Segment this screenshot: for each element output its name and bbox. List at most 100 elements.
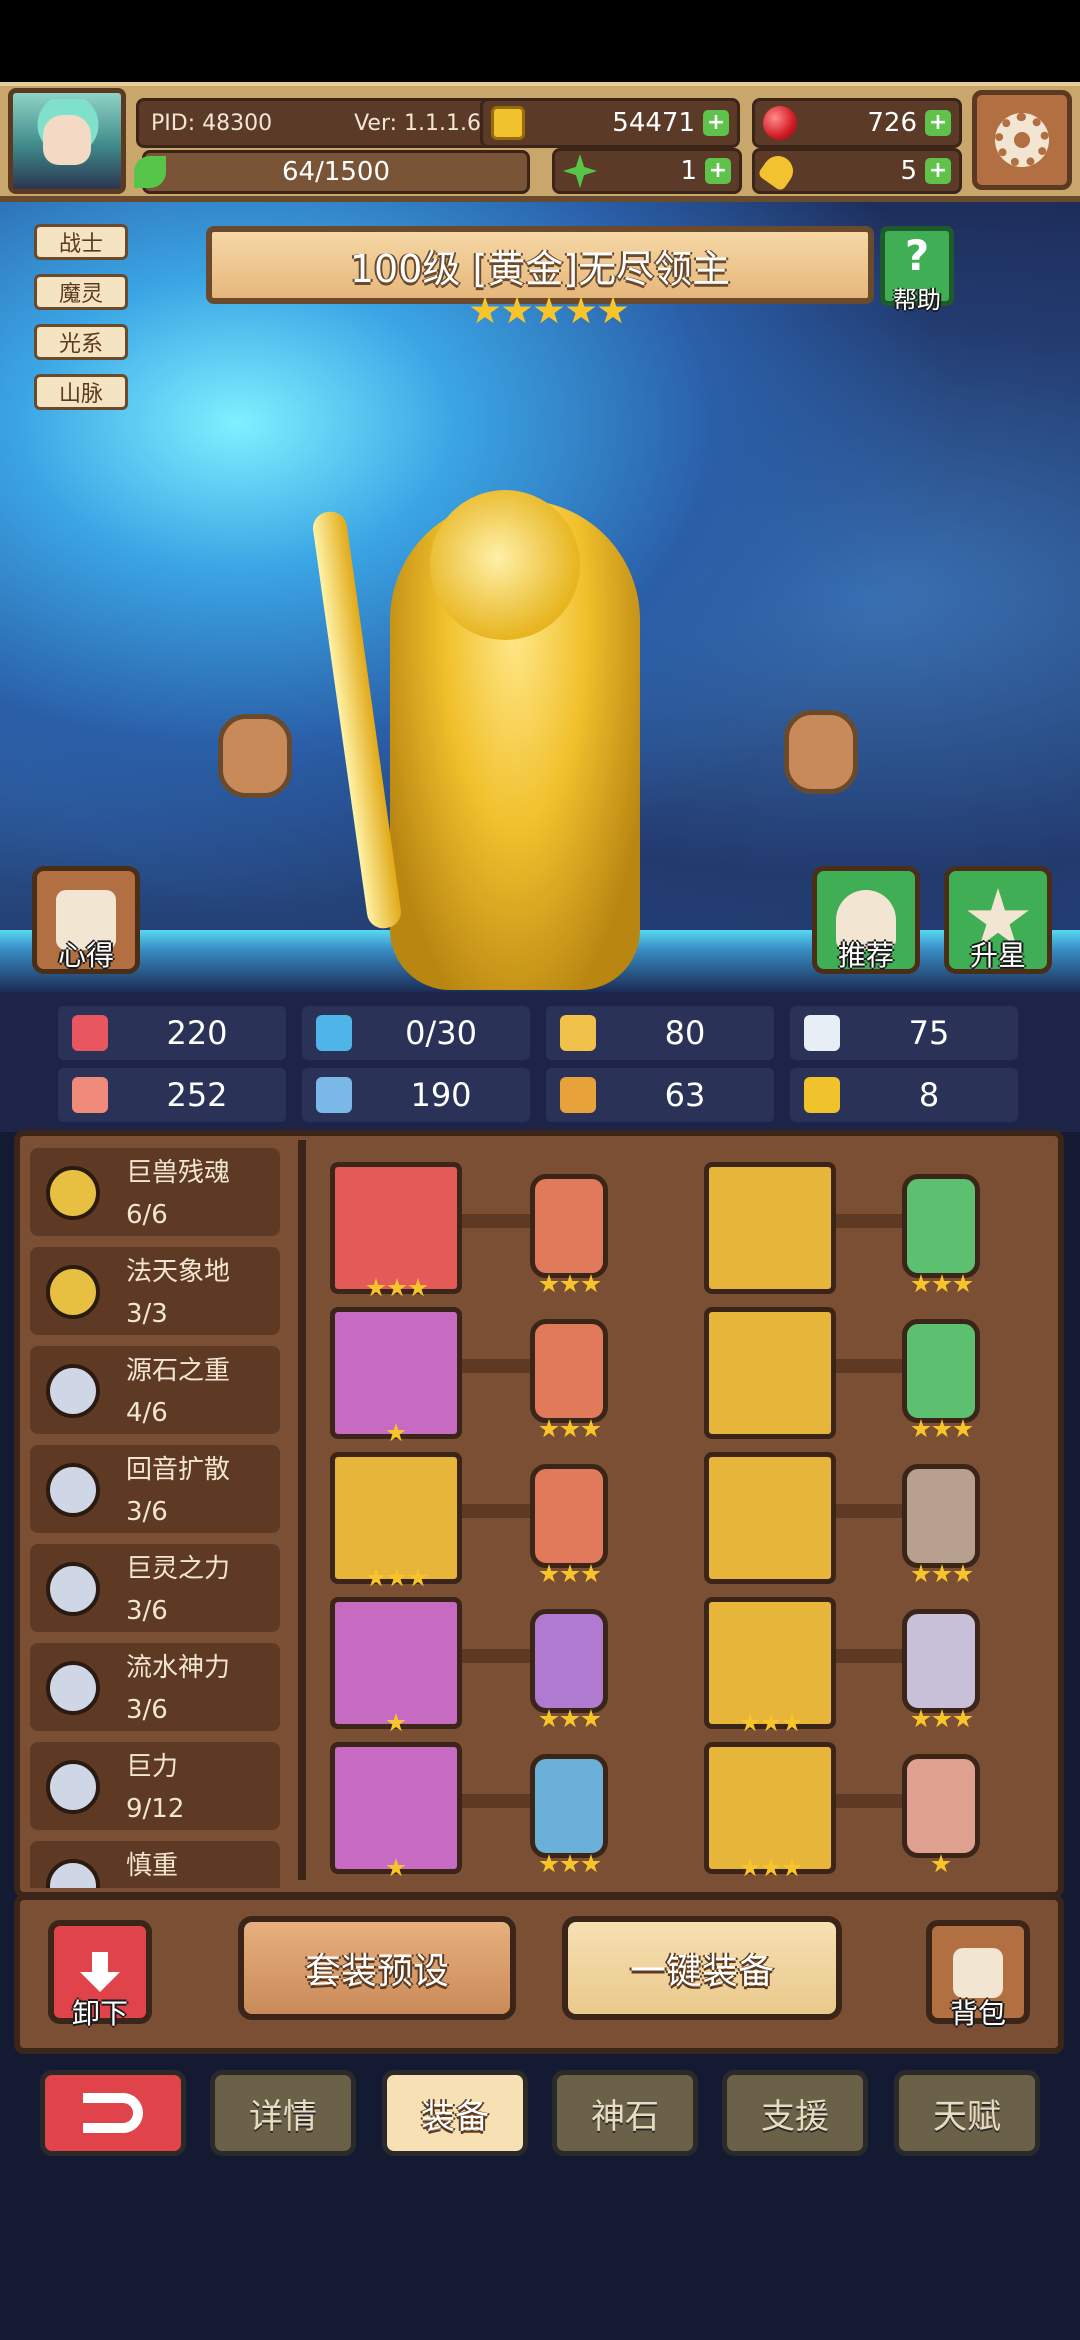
star-icon — [740, 1858, 760, 1877]
set-bonus-item[interactable]: 巨兽残魂 6/6 — [30, 1148, 280, 1236]
ruby-counter: 726 + — [752, 98, 962, 148]
preset-button[interactable]: 套装预设 — [238, 1916, 516, 2020]
helmet-equipment-slot[interactable] — [330, 1742, 462, 1874]
rune-gem-slot[interactable] — [530, 1754, 608, 1858]
set-bonus-item[interactable]: 法天象地 3/3 — [30, 1247, 280, 1335]
rune-gem-slot[interactable] — [902, 1754, 980, 1858]
belt-equipment-slot[interactable] — [704, 1597, 836, 1729]
star-icon — [953, 1419, 973, 1438]
set-bonus-item[interactable]: 巨灵之力 3/6 — [30, 1544, 280, 1632]
add-key-button[interactable]: + — [925, 158, 951, 184]
item-star-rating — [539, 1419, 601, 1439]
slot-link — [462, 1504, 530, 1518]
stat-value: 220 — [166, 1014, 228, 1052]
stat-item: 80 — [546, 1006, 774, 1060]
tab-details[interactable]: 详情 — [210, 2070, 356, 2156]
orb-equipment-slot[interactable] — [330, 1307, 462, 1439]
star-icon — [932, 1274, 952, 1293]
star-icon — [470, 296, 500, 324]
add-clover-button[interactable]: + — [705, 158, 731, 184]
set-name: 巨兽残魂 — [126, 1158, 231, 1188]
class-tag-mountain[interactable]: 山脉 — [34, 374, 128, 410]
rune-gem-slot[interactable] — [902, 1319, 980, 1423]
tab-equipment[interactable]: 装备 — [382, 2070, 528, 2156]
set-bonus-item[interactable]: 回音扩散 3/6 — [30, 1445, 280, 1533]
set-bonus-item[interactable]: 慎重 — [30, 1841, 280, 1888]
item-star-rating — [911, 1274, 973, 1294]
gear-icon — [995, 113, 1049, 167]
rune-gem-slot[interactable] — [902, 1464, 980, 1568]
set-bonus-item[interactable]: 源石之重 4/6 — [30, 1346, 280, 1434]
ring-equipment-slot[interactable] — [330, 1597, 462, 1729]
star-icon — [560, 1709, 580, 1728]
wing-icon — [804, 1015, 840, 1051]
armor-equipment-slot[interactable] — [704, 1307, 836, 1439]
class-tag-warrior[interactable]: 战士 — [34, 224, 128, 260]
rune-gem-slot[interactable] — [902, 1174, 980, 1278]
star-icon — [932, 1419, 952, 1438]
class-tag-spirit[interactable]: 魔灵 — [34, 274, 128, 310]
rune-gem-slot[interactable] — [530, 1464, 608, 1568]
status-bar — [0, 0, 1080, 82]
rune-stone-right[interactable] — [784, 710, 858, 794]
player-avatar[interactable] — [8, 88, 126, 194]
settings-button[interactable] — [972, 90, 1072, 190]
star-icon — [387, 1278, 407, 1297]
hero-star-rating — [470, 296, 628, 326]
stat-item: 0/30 — [302, 1006, 530, 1060]
clover-icon — [563, 154, 597, 188]
tab-divine-stone[interactable]: 神石 — [552, 2070, 698, 2156]
horseshoe-icon — [804, 1077, 840, 1113]
staff-equipment-slot[interactable] — [330, 1162, 462, 1294]
item-star-rating — [539, 1564, 601, 1584]
leaf-icon — [134, 156, 166, 188]
panel-divider — [298, 1140, 306, 1880]
set-bonus-list[interactable]: 巨兽残魂 6/6 法天象地 3/3 源石之重 4/6 回音扩散 3/6 巨灵之力 3/6 流水神力 3… — [30, 1148, 290, 1888]
class-tag-light[interactable]: 光系 — [34, 324, 128, 360]
star-icon — [953, 1274, 973, 1293]
pid-text: PID: 48300 — [151, 110, 273, 136]
speed-icon — [560, 1077, 596, 1113]
item-star-rating — [931, 1854, 951, 1874]
hero-head — [430, 490, 580, 640]
star-up-label: 升星 — [969, 939, 1026, 972]
rune-gem-slot[interactable] — [530, 1174, 608, 1278]
set-emblem-icon — [46, 1463, 100, 1517]
action-bar — [14, 1894, 1064, 2054]
equip-all-button[interactable]: 一键装备 — [562, 1916, 842, 2020]
clover-value: 1 — [680, 156, 697, 186]
amulet-equipment-slot[interactable] — [330, 1452, 462, 1584]
star-icon — [366, 1278, 386, 1297]
stat-item: 75 — [790, 1006, 1018, 1060]
star-icon — [539, 1564, 559, 1583]
star-icon — [932, 1709, 952, 1728]
rune-stone-left[interactable] — [218, 714, 292, 798]
star-icon — [560, 1274, 580, 1293]
set-bonus-item[interactable]: 流水神力 3/6 — [30, 1643, 280, 1731]
stat-value: 252 — [166, 1076, 228, 1114]
stat-item: 190 — [302, 1068, 530, 1122]
star-icon — [386, 1423, 406, 1442]
tab-talent[interactable]: 天赋 — [894, 2070, 1040, 2156]
star-icon — [761, 1858, 781, 1877]
rune-gem-slot[interactable] — [530, 1609, 608, 1713]
boots-equipment-slot[interactable] — [704, 1742, 836, 1874]
star-icon — [539, 1274, 559, 1293]
rune-gem-slot[interactable] — [902, 1609, 980, 1713]
mask-equipment-slot[interactable] — [704, 1162, 836, 1294]
item-star-rating — [911, 1709, 973, 1729]
add-ruby-button[interactable]: + — [925, 110, 951, 136]
set-name: 源石之重 — [126, 1356, 231, 1386]
add-gold-button[interactable]: + — [703, 110, 729, 136]
tab-support[interactable]: 支援 — [722, 2070, 868, 2156]
rune-gem-slot[interactable] — [530, 1319, 608, 1423]
item-star-rating — [386, 1423, 406, 1443]
set-bonus-item[interactable]: 巨力 9/12 — [30, 1742, 280, 1830]
gold-counter: 54471 + — [480, 98, 740, 148]
xp-bar: 64/1500 — [142, 150, 530, 194]
back-button[interactable] — [40, 2070, 186, 2156]
insight-label: 心得 — [57, 939, 114, 972]
gauntlet-equipment-slot[interactable] — [704, 1452, 836, 1584]
book-icon — [316, 1077, 352, 1113]
item-star-rating — [911, 1419, 973, 1439]
